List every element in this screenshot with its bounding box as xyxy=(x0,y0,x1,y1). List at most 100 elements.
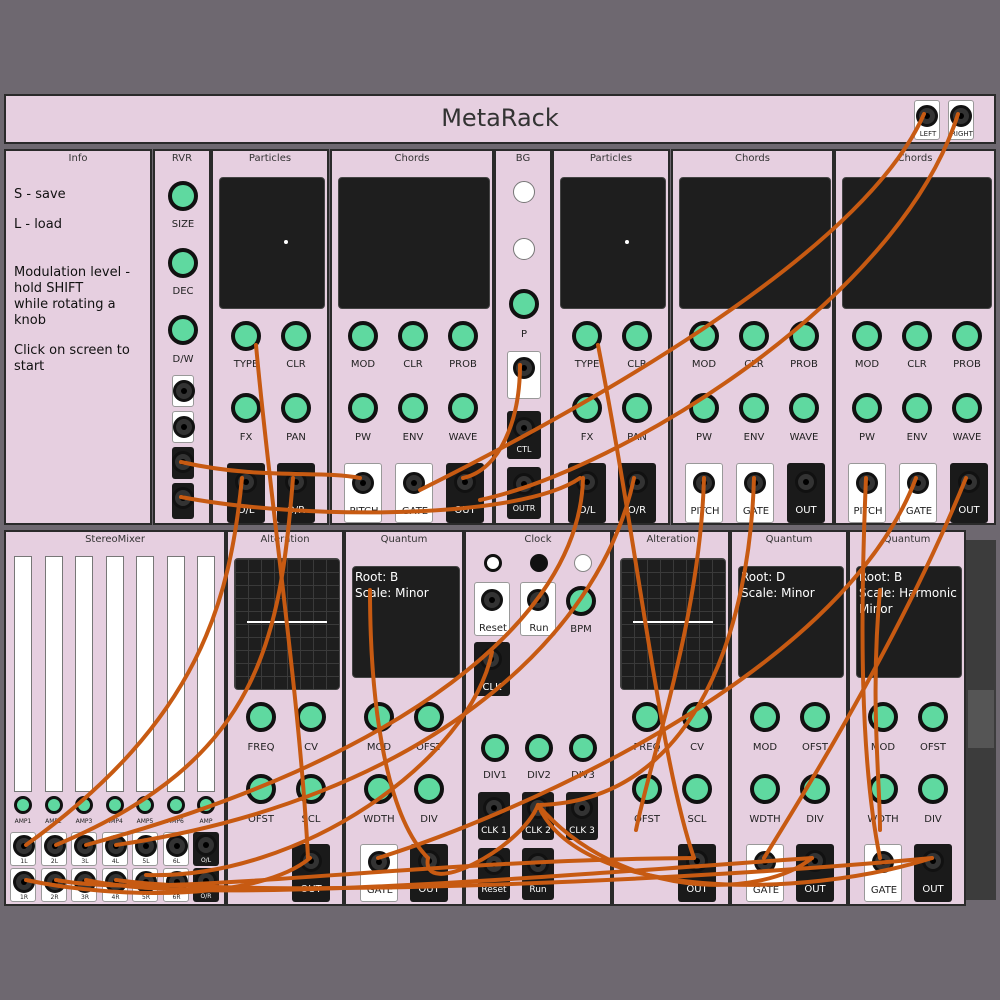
quantum3-mod-knob[interactable] xyxy=(868,702,898,732)
quantum-gate-in[interactable]: GATE xyxy=(360,844,398,902)
chords-gate-in[interactable]: GATE xyxy=(395,463,433,523)
quantum-out[interactable]: OUT xyxy=(410,844,448,902)
rvr-out-r[interactable] xyxy=(172,483,194,519)
clock-clk-out[interactable]: CLK xyxy=(474,642,510,696)
particles-screen-1[interactable] xyxy=(219,177,325,309)
mixer-right-jack-7[interactable]: O/R xyxy=(193,868,219,902)
quantum3-out[interactable]: OUT xyxy=(914,844,952,902)
mixer-left-jack-6[interactable]: 6L xyxy=(162,832,189,866)
bg-button-2[interactable] xyxy=(513,238,535,260)
alteration2-out[interactable]: OUT xyxy=(678,844,716,902)
particles-pan-knob[interactable] xyxy=(281,393,311,423)
particles2-pan-knob[interactable] xyxy=(622,393,652,423)
particles-screen-2[interactable] xyxy=(560,177,666,309)
mixer-right-jack-6[interactable]: 6R xyxy=(162,868,189,902)
mixer-amp-knob-4[interactable] xyxy=(105,796,124,814)
particles2-type-knob[interactable] xyxy=(572,321,602,351)
chords2-pitch-in[interactable]: PITCH xyxy=(685,463,723,523)
chords2-pw-knob[interactable] xyxy=(689,393,719,423)
rvr-in-r[interactable] xyxy=(172,411,195,443)
mixer-amp-knob-6[interactable] xyxy=(166,796,185,814)
particles2-out-r[interactable]: O/R xyxy=(618,463,656,523)
particles-type-knob[interactable] xyxy=(231,321,261,351)
mixer-left-jack-3[interactable]: 3L xyxy=(71,832,97,866)
chords3-pw-knob[interactable] xyxy=(852,393,882,423)
mixer-right-jack-3[interactable]: 3R xyxy=(71,868,97,902)
mixer-left-jack-5[interactable]: 5L xyxy=(132,832,158,866)
quantum-mod-knob[interactable] xyxy=(364,702,394,732)
chords3-pitch-in[interactable]: PITCH xyxy=(848,463,886,523)
clock-run-out[interactable]: Run xyxy=(522,848,554,900)
rvr-in-l[interactable] xyxy=(172,375,195,407)
chords-wave-knob[interactable] xyxy=(448,393,478,423)
alteration2-scl-knob[interactable] xyxy=(682,774,712,804)
mixer-right-jack-5[interactable]: 5R xyxy=(132,868,158,902)
chords-prob-knob[interactable] xyxy=(448,321,478,351)
rvr-dec-knob[interactable] xyxy=(168,248,198,278)
alteration-freq-knob[interactable] xyxy=(246,702,276,732)
chords2-gate-in[interactable]: GATE xyxy=(736,463,774,523)
mixer-right-jack-1[interactable]: 1R xyxy=(10,868,36,902)
chords2-env-knob[interactable] xyxy=(739,393,769,423)
clock-clk3-out[interactable]: CLK 3 xyxy=(566,792,598,840)
bg-outr[interactable]: OUTR xyxy=(507,467,541,519)
chords3-gate-in[interactable]: GATE xyxy=(899,463,937,523)
mixer-left-jack-7[interactable]: O/L xyxy=(193,832,219,866)
clock-run-in[interactable]: Run xyxy=(520,582,556,636)
quantum-ofst-knob[interactable] xyxy=(414,702,444,732)
particles-fx-knob[interactable] xyxy=(231,393,261,423)
bg-in[interactable] xyxy=(507,351,541,399)
mixer-left-jack-2[interactable]: 2L xyxy=(40,832,67,866)
chords2-wave-knob[interactable] xyxy=(789,393,819,423)
clock-clk1-out[interactable]: CLK 1 xyxy=(478,792,510,840)
rack-scrollbar[interactable] xyxy=(966,540,996,900)
clock-div1-knob[interactable] xyxy=(481,734,509,762)
quantum-div-knob[interactable] xyxy=(414,774,444,804)
bg-button-1[interactable] xyxy=(513,181,535,203)
alteration2-cv-knob[interactable] xyxy=(682,702,712,732)
mixer-amp-knob-1[interactable] xyxy=(14,796,32,814)
mixer-amp-knob-3[interactable] xyxy=(75,796,93,814)
particles2-clr-knob[interactable] xyxy=(622,321,652,351)
mixer-amp-knob-7[interactable] xyxy=(197,796,215,814)
chords-out[interactable]: OUT xyxy=(446,463,484,523)
mixer-right-jack-4[interactable]: 4R xyxy=(101,868,128,902)
chords3-out[interactable]: OUT xyxy=(950,463,988,523)
chords2-mod-knob[interactable] xyxy=(689,321,719,351)
clock-reset-out[interactable]: Reset xyxy=(478,848,510,900)
alteration-scl-knob[interactable] xyxy=(296,774,326,804)
rvr-size-knob[interactable] xyxy=(168,181,198,211)
clock-reset-in[interactable]: Reset xyxy=(474,582,510,636)
quantum2-gate-in[interactable]: GATE xyxy=(746,844,784,902)
mixer-left-jack-4[interactable]: 4L xyxy=(101,832,128,866)
chords2-prob-knob[interactable] xyxy=(789,321,819,351)
bg-p-knob[interactable] xyxy=(509,289,539,319)
particles2-fx-knob[interactable] xyxy=(572,393,602,423)
mixer-amp-knob-2[interactable] xyxy=(44,796,63,814)
mixer-right-jack-2[interactable]: 2R xyxy=(40,868,67,902)
clock-div2-knob[interactable] xyxy=(525,734,553,762)
quantum3-div-knob[interactable] xyxy=(918,774,948,804)
alteration-cv-knob[interactable] xyxy=(296,702,326,732)
quantum2-div-knob[interactable] xyxy=(800,774,830,804)
chords-env-knob[interactable] xyxy=(398,393,428,423)
clock-bpm-knob[interactable] xyxy=(566,586,596,616)
rvr-dw-knob[interactable] xyxy=(168,315,198,345)
chords2-clr-knob[interactable] xyxy=(739,321,769,351)
quantum3-gate-in[interactable]: GATE xyxy=(864,844,902,902)
alteration2-freq-knob[interactable] xyxy=(632,702,662,732)
alteration-ofst-knob[interactable] xyxy=(246,774,276,804)
quantum2-wdth-knob[interactable] xyxy=(750,774,780,804)
alteration-out[interactable]: OUT xyxy=(292,844,330,902)
quantum2-ofst-knob[interactable] xyxy=(800,702,830,732)
clock-div3-knob[interactable] xyxy=(569,734,597,762)
particles2-out-l[interactable]: O/L xyxy=(568,463,606,523)
chords-mod-knob[interactable] xyxy=(348,321,378,351)
quantum3-ofst-knob[interactable] xyxy=(918,702,948,732)
chords-pitch-in[interactable]: PITCH xyxy=(344,463,382,523)
rvr-out-l[interactable] xyxy=(172,447,194,479)
quantum2-out[interactable]: OUT xyxy=(796,844,834,902)
chords3-mod-knob[interactable] xyxy=(852,321,882,351)
chords2-out[interactable]: OUT xyxy=(787,463,825,523)
particles-clr-knob[interactable] xyxy=(281,321,311,351)
